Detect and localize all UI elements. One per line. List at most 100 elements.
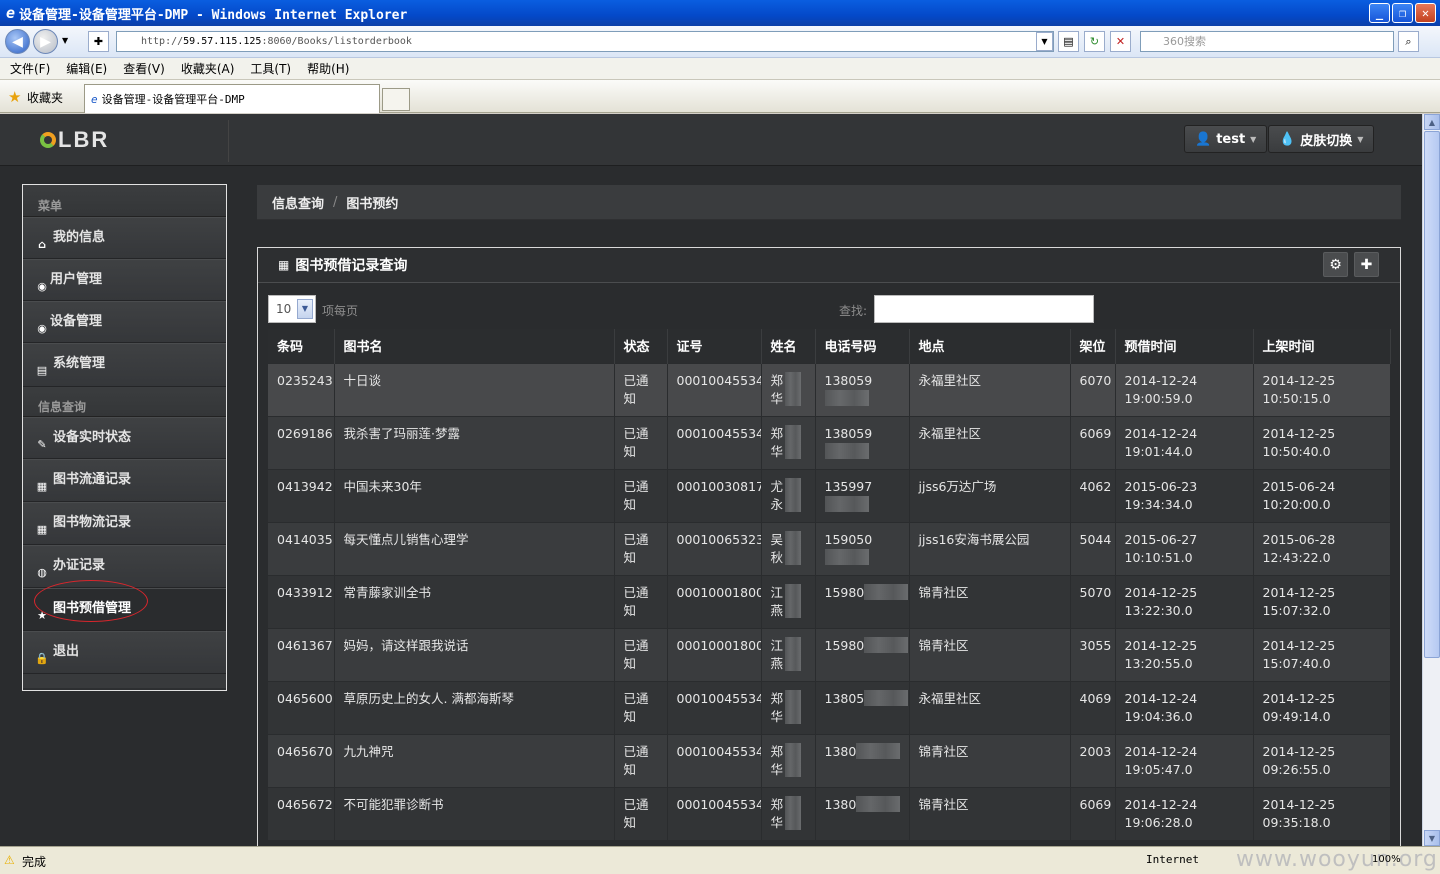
breadcrumb-root[interactable]: 信息查询	[272, 193, 324, 212]
cell-reserve-time: 2014-12-24 19:00:59.0	[1115, 362, 1254, 416]
cell-phone: 13805	[815, 680, 910, 734]
sidebar-item-logout[interactable]: 🔒 退出	[23, 631, 226, 674]
skin-switch-button[interactable]: 💧 皮肤切换 ▼	[1268, 125, 1375, 153]
table-row[interactable]: 0414035 每天懂点儿销售心理学 已通知 00010065323 吴秋 159050 j…	[268, 521, 1391, 575]
sidebar-item-my-info[interactable]: ⌂ 我的信息	[23, 217, 226, 259]
col-phone[interactable]: 电话号码	[815, 329, 910, 363]
menu-view[interactable]: 查看(V)	[123, 60, 165, 77]
sidebar-item-user-mgmt[interactable]: ◉ 用户管理	[23, 259, 226, 301]
col-title[interactable]: 图书名	[334, 329, 615, 363]
favorites-button[interactable]: 收藏夹	[27, 89, 63, 106]
page-size-label: 项每页	[322, 304, 359, 318]
sidebar-item-logistics[interactable]: ▦ 图书物流记录	[23, 502, 226, 545]
cell-place: 永福里社区	[909, 362, 1071, 416]
table-row[interactable]: 0413942 中国未来30年 已通知 00010030817 尤永 135997 jjss…	[268, 468, 1391, 522]
sidebar-item-device-status[interactable]: ✎ 设备实时状态	[23, 417, 226, 459]
menu-help[interactable]: 帮助(H)	[307, 60, 349, 77]
calendar-icon: ▦	[278, 258, 290, 272]
browser-tab-active[interactable]: e 设备管理-设备管理平台-DMP	[84, 84, 380, 113]
col-place[interactable]: 地点	[909, 329, 1071, 363]
eye-icon: ◉	[37, 280, 47, 293]
scroll-thumb[interactable]	[1424, 131, 1440, 658]
table-row[interactable]: 0235243 十日谈 已通知 00010045534 郑华 138059 永福里社区 607…	[268, 362, 1391, 416]
table-row[interactable]: 0269186 我杀害了玛丽莲·梦露 已通知 00010045534 郑华 138059 永…	[268, 415, 1391, 469]
warning-icon[interactable]: ⚠	[4, 853, 15, 867]
cell-title: 十日谈	[334, 362, 615, 416]
cell-shelf-time: 2014-12-25 09:35:18.0	[1253, 786, 1391, 840]
panel-header: ▦ 图书预借记录查询	[258, 248, 1400, 283]
refresh-icon[interactable]: ↻	[1084, 31, 1105, 52]
zoom-level[interactable]: 100%	[1372, 854, 1401, 865]
cell-barcode: 0461367	[268, 627, 335, 681]
cell-reserve-time: 2014-12-24 19:05:47.0	[1115, 733, 1254, 787]
cell-name: 江燕	[761, 627, 816, 681]
window-title: 设备管理-设备管理平台-DMP - Windows Internet Explo…	[19, 7, 408, 23]
col-shelf[interactable]: 架位	[1070, 329, 1116, 363]
table-row[interactable]: 0461367 妈妈，请这样跟我说话 已通知 00010001800 江燕 15980 锦青…	[268, 627, 1391, 681]
breadcrumb-current: 图书预约	[346, 196, 399, 212]
cell-reserve-time: 2014-12-24 19:01:44.0	[1115, 415, 1254, 469]
col-barcode[interactable]: 条码	[268, 329, 335, 363]
lock-icon: 🔒	[35, 652, 49, 665]
cell-status: 已通知	[614, 574, 668, 628]
col-name[interactable]: 姓名	[761, 329, 816, 363]
favorites-star-icon[interactable]: ★	[8, 88, 21, 106]
maximize-button[interactable]: ❐	[1392, 3, 1413, 23]
address-dropdown-icon[interactable]: ▼	[1036, 32, 1053, 51]
zone-text: Internet	[1146, 853, 1199, 866]
logo[interactable]: LBR	[40, 127, 109, 153]
cell-shelf-time: 2014-12-25 10:50:15.0	[1253, 362, 1391, 416]
col-reserve-time[interactable]: 预借时间	[1115, 329, 1254, 363]
add-icon[interactable]: ✚	[1354, 252, 1379, 277]
cell-status: 已通知	[614, 468, 668, 522]
cell-shelf-time: 2014-12-25 15:07:32.0	[1253, 574, 1391, 628]
history-dropdown-icon[interactable]: ▼	[62, 36, 68, 45]
sidebar-item-device-mgmt[interactable]: ◉ 设备管理	[23, 301, 226, 343]
cell-card: 00010065323	[667, 521, 762, 575]
cell-status: 已通知	[614, 680, 668, 734]
sidebar-item-system-mgmt[interactable]: ▤ 系统管理	[23, 343, 226, 387]
menu-favorites[interactable]: 收藏夹(A)	[181, 60, 235, 77]
close-window-button[interactable]: ✕	[1415, 3, 1436, 23]
menu-file[interactable]: 文件(F)	[10, 60, 50, 77]
chevron-down-icon: ▼	[1250, 134, 1257, 144]
minimize-button[interactable]: _	[1369, 3, 1390, 23]
search-input[interactable]: 360搜索	[1140, 31, 1394, 52]
settings-icon[interactable]: ⚙	[1323, 252, 1348, 277]
scroll-up-icon[interactable]: ▲	[1424, 114, 1440, 130]
cell-title: 九九神咒	[334, 733, 615, 787]
cell-phone: 15980	[815, 574, 910, 628]
redacted-block	[824, 442, 869, 459]
cell-phone: 135997	[815, 468, 910, 522]
table-row[interactable]: 0433912 常青藤家训全书 已通知 00010001800 江燕 15980 锦青社区 5…	[268, 574, 1391, 628]
cell-reserve-time: 2014-12-24 19:04:36.0	[1115, 680, 1254, 734]
menu-tools[interactable]: 工具(T)	[250, 60, 291, 77]
compat-view-icon[interactable]: ▤	[1058, 31, 1079, 52]
table-row[interactable]: 0465600 草原历史上的女人. 满都海斯琴 已通知 00010045534 郑华 13…	[268, 680, 1391, 734]
status-bar: ⚠ 完成 www.wooyun.org Internet 100%	[0, 846, 1440, 874]
search-go-icon[interactable]: ⌕	[1398, 31, 1419, 52]
favorites-add-icon[interactable]: ✚	[88, 31, 109, 52]
redacted-block	[824, 389, 869, 406]
forward-button[interactable]: ▶	[33, 29, 58, 54]
table-row[interactable]: 0465672 不可能犯罪诊断书 已通知 00010045534 郑华 1380 锦青社区 6…	[268, 786, 1391, 840]
sidebar-item-card-records[interactable]: ◍ 办证记录	[23, 545, 226, 588]
vertical-scrollbar[interactable]: ▲ ▼	[1422, 114, 1440, 846]
back-button[interactable]: ◀	[5, 29, 30, 54]
table-search-input[interactable]	[874, 295, 1094, 323]
page-size-select[interactable]: 10 ▼	[268, 295, 316, 323]
menu-edit[interactable]: 编辑(E)	[66, 60, 107, 77]
address-input[interactable]: http://59.57.115.125:8060/Books/listorde…	[116, 31, 1054, 52]
table-row[interactable]: 0465670 九九神咒 已通知 00010045534 郑华 1380 锦青社区 2003 2…	[268, 733, 1391, 787]
stop-icon[interactable]: ✕	[1110, 31, 1131, 52]
new-tab-button[interactable]	[382, 88, 410, 111]
cell-barcode: 0269186	[268, 415, 335, 469]
user-menu-button[interactable]: 👤 test ▼	[1184, 125, 1268, 153]
cell-barcode: 0465670	[268, 733, 335, 787]
sidebar-item-circulation[interactable]: ▦ 图书流通记录	[23, 459, 226, 502]
col-status[interactable]: 状态	[614, 329, 668, 363]
scroll-down-icon[interactable]: ▼	[1424, 830, 1440, 846]
col-card[interactable]: 证号	[667, 329, 762, 363]
col-shelf-time[interactable]: 上架时间	[1253, 329, 1391, 363]
cell-card: 00010045534	[667, 415, 762, 469]
